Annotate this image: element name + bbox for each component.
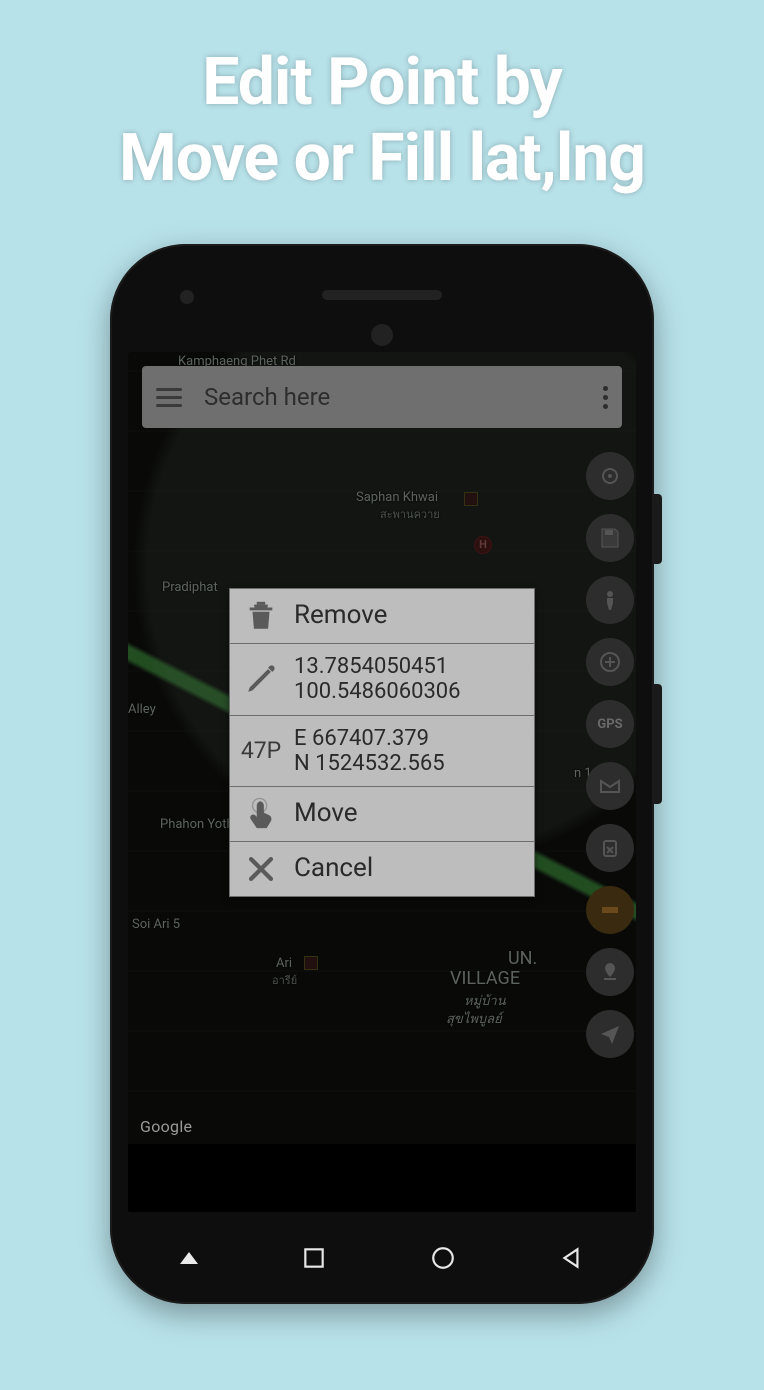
phone-frame: Kamphaeng Phet Rd Saphan Khwai สะพานควาย… [110, 244, 654, 1304]
trash-x-icon [598, 836, 622, 860]
longitude-value: 100.5486060306 [294, 679, 461, 704]
utm-zone-label: 47P [240, 739, 282, 762]
nav-home-icon[interactable] [430, 1245, 456, 1271]
nav-recent-icon[interactable] [301, 1245, 327, 1271]
map-label-ari-th: อารีย์ [272, 971, 297, 989]
remove-label: Remove [294, 601, 387, 631]
map-label-village-th2: สุขไพบูลย์ [446, 1008, 502, 1029]
bts-marker-icon [464, 492, 478, 506]
search-input[interactable]: Search here [204, 383, 581, 411]
pin-button[interactable] [586, 948, 634, 996]
gps-label: GPS [597, 717, 622, 732]
bts-marker-icon [304, 956, 318, 970]
map-label-alley: Alley [128, 702, 156, 717]
map-label-saphan: Saphan Khwai [356, 490, 438, 505]
ruler-icon [598, 898, 622, 922]
send-icon [598, 1022, 622, 1046]
pin-drop-icon [598, 960, 622, 984]
move-label: Move [294, 799, 358, 829]
latlng-values: 13.7854050451 100.5486060306 [294, 654, 461, 705]
pencil-icon [240, 662, 282, 696]
promo-line2: Move or Fill lat,lng [119, 120, 645, 197]
delete-button[interactable] [586, 824, 634, 872]
move-option[interactable]: Move [230, 787, 534, 842]
save-icon [598, 526, 622, 550]
cancel-option[interactable]: Cancel [230, 842, 534, 896]
front-camera [180, 290, 194, 304]
send-button[interactable] [586, 1010, 634, 1058]
search-bar[interactable]: Search here [142, 366, 622, 428]
nav-up-icon[interactable] [180, 1252, 198, 1264]
easting-value: E 667407.379 [294, 726, 445, 751]
layer-button[interactable] [586, 762, 634, 810]
streetview-button[interactable] [586, 576, 634, 624]
gps-button[interactable]: GPS [586, 700, 634, 748]
map-label-village: VILLAGE [450, 968, 520, 989]
latitude-value: 13.7854050451 [294, 654, 461, 679]
utm-values: E 667407.379 N 1524532.565 [294, 726, 445, 777]
envelope-icon [598, 774, 622, 798]
cancel-label: Cancel [294, 854, 373, 884]
close-icon [240, 852, 282, 886]
google-watermark: Google [140, 1117, 192, 1136]
map-side-buttons: GPS [586, 452, 636, 1058]
pegman-icon [598, 588, 622, 612]
map-label-saphan-th: สะพานควาย [380, 505, 440, 523]
promo-line1: Edit Point by [202, 44, 561, 121]
overflow-icon[interactable] [603, 386, 608, 409]
menu-icon[interactable] [156, 388, 182, 407]
phone-screen: Kamphaeng Phet Rd Saphan Khwai สะพานควาย… [128, 352, 636, 1212]
hospital-marker-icon: H [474, 536, 492, 554]
crosshair-icon [598, 464, 622, 488]
speaker-dot [371, 324, 393, 346]
plus-circle-icon [598, 650, 622, 674]
northing-value: N 1524532.565 [294, 751, 445, 776]
measure-button[interactable] [586, 886, 634, 934]
locate-button[interactable] [586, 452, 634, 500]
android-nav-bar [128, 1228, 636, 1288]
save-button[interactable] [586, 514, 634, 562]
promo-headline: Edit Point by Move or Fill lat,lng [0, 45, 764, 197]
trash-icon [240, 599, 282, 633]
map-label-ari5: Soi Ari 5 [132, 917, 180, 932]
touch-icon [240, 797, 282, 831]
map-label-pradiphat: Pradiphat [162, 580, 218, 595]
map-label-ari: Ari [276, 956, 292, 971]
add-button[interactable] [586, 638, 634, 686]
latlng-option[interactable]: 13.7854050451 100.5486060306 [230, 644, 534, 716]
map-label-un: UN. [508, 948, 537, 969]
remove-option[interactable]: Remove [230, 589, 534, 644]
earpiece [322, 290, 442, 300]
edit-point-popup: Remove 13.7854050451 100.5486060306 47P … [229, 588, 535, 897]
utm-option[interactable]: 47P E 667407.379 N 1524532.565 [230, 716, 534, 788]
map-bottom-strip [128, 1144, 636, 1212]
nav-back-icon[interactable] [559, 1245, 585, 1271]
